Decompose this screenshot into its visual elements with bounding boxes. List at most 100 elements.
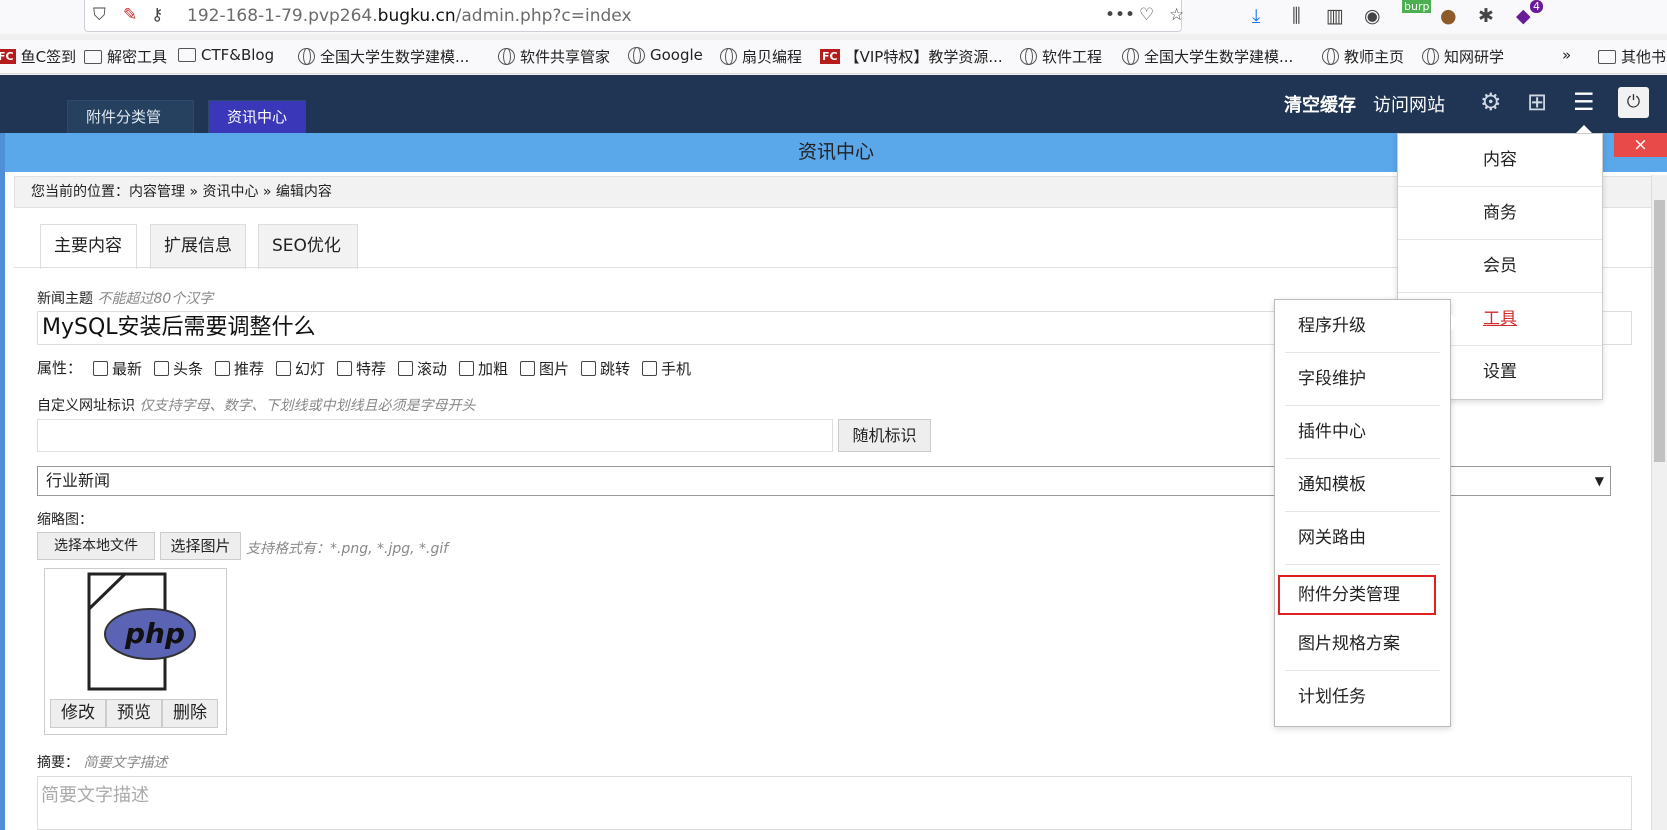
globe-icon <box>1422 48 1439 65</box>
php-file-icon: php <box>87 572 196 691</box>
attr-checkbox[interactable]: 手机 <box>642 358 691 379</box>
folder-icon <box>84 49 102 64</box>
bookmark-item[interactable]: FC鱼C签到 <box>0 46 76 67</box>
attr-checkbox[interactable]: 特荐 <box>337 358 386 379</box>
menu-item-notice-template[interactable]: 通知模板 <box>1285 459 1440 512</box>
globe-icon <box>298 48 315 65</box>
bookmark-item[interactable]: 解密工具 <box>84 46 167 67</box>
menu-item-attachment-category[interactable]: 附件分类管理 <box>1278 575 1436 615</box>
checkbox[interactable] <box>93 361 108 376</box>
summary-textarea[interactable]: 简要文字描述 <box>37 776 1632 830</box>
pocket-icon[interactable]: ♡ <box>1139 5 1154 25</box>
folder-icon <box>178 48 196 62</box>
attr-checkbox[interactable]: 加粗 <box>459 358 508 379</box>
attr-checkbox[interactable]: 滚动 <box>398 358 447 379</box>
attr-checkbox[interactable]: 最新 <box>93 358 142 379</box>
menu-item-image-spec[interactable]: 图片规格方案 <box>1285 618 1440 671</box>
tab-news-center[interactable]: 资讯中心 <box>208 100 306 133</box>
windows-icon[interactable]: ⊞ <box>1527 88 1547 116</box>
bookmark-star-icon[interactable]: ☆ <box>1169 5 1184 25</box>
checkbox[interactable] <box>459 361 474 376</box>
attr-checkbox[interactable]: 头条 <box>154 358 203 379</box>
download-icon[interactable]: ⤓ <box>1252 5 1260 27</box>
tab-extended-info[interactable]: 扩展信息 <box>150 224 246 269</box>
more-bookmarks-icon[interactable]: » <box>1562 46 1571 64</box>
checkbox[interactable] <box>337 361 352 376</box>
bookmark-item[interactable]: 全国大学生数学建模... <box>1122 46 1293 67</box>
attr-checkbox[interactable]: 推荐 <box>215 358 264 379</box>
tab-main-content[interactable]: 主要内容 <box>40 224 137 269</box>
checkbox[interactable] <box>520 361 535 376</box>
title-label: 新闻主题 不能超过80个汉字 <box>37 291 214 307</box>
bookmark-item[interactable]: 其他书 <box>1598 46 1666 67</box>
thumbnail-preview: php 修改 预览 删除 <box>44 568 227 735</box>
tab-attachment-category[interactable]: 附件分类管理 <box>67 100 194 159</box>
bookmark-item[interactable]: FC 【VIP特权】教学资源... <box>820 46 1003 67</box>
checkbox[interactable] <box>642 361 657 376</box>
bug-icon[interactable]: ✱ <box>1478 5 1494 27</box>
preview-thumbnail-button[interactable]: 预览 <box>106 699 162 728</box>
checkbox[interactable] <box>581 361 596 376</box>
bookmark-item[interactable]: 软件工程 <box>1020 46 1102 67</box>
bookmark-item[interactable]: 教师主页 <box>1322 46 1404 67</box>
delete-thumbnail-button[interactable]: 删除 <box>162 699 218 728</box>
summary-hint: 简要文字描述 <box>83 755 168 771</box>
scrollbar[interactable] <box>1651 175 1667 830</box>
browser-toolbar: ⛉ ✎ ⚷ 192-168-1-79.pvp264.bugku.cn/admin… <box>0 0 1667 34</box>
cookie-icon[interactable]: ● <box>1440 5 1457 27</box>
url-bar[interactable]: ⛉ ✎ ⚷ 192-168-1-79.pvp264.bugku.cn/admin… <box>84 0 1184 32</box>
checkbox[interactable] <box>398 361 413 376</box>
power-icon[interactable]: ⏻ <box>1618 87 1649 118</box>
edit-thumbnail-button[interactable]: 修改 <box>50 699 106 728</box>
menu-item-upgrade[interactable]: 程序升级 <box>1285 300 1440 353</box>
burp-extension-icon[interactable]: burp <box>1402 0 1432 13</box>
scroll-thumb[interactable] <box>1654 200 1665 462</box>
url-text[interactable]: 192-168-1-79.pvp264.bugku.cn/admin.php?c… <box>187 6 632 26</box>
menu-item-member[interactable]: 会员 <box>1398 240 1602 293</box>
more-actions-icon[interactable]: ••• <box>1105 5 1135 25</box>
attr-checkbox[interactable]: 跳转 <box>581 358 630 379</box>
menu-item-gateway-route[interactable]: 网关路由 <box>1285 512 1440 565</box>
clear-cache-link[interactable]: 清空缓存 <box>1284 91 1356 117</box>
checkbox[interactable] <box>154 361 169 376</box>
chevron-down-icon: ▼ <box>1594 474 1604 488</box>
globe-icon <box>498 48 515 65</box>
bookmark-item[interactable]: 全国大学生数学建模... <box>298 46 469 67</box>
extension-icon[interactable]: ◆ <box>1516 5 1531 27</box>
bookmark-item[interactable]: CTF&Blog <box>178 46 274 64</box>
menu-item-plugins[interactable]: 插件中心 <box>1285 406 1440 459</box>
attr-checkbox[interactable]: 幻灯 <box>276 358 325 379</box>
checkbox[interactable] <box>276 361 291 376</box>
tab-seo[interactable]: SEO优化 <box>258 224 358 269</box>
choose-image-button[interactable]: 选择图片 <box>160 532 241 560</box>
checkbox[interactable] <box>215 361 230 376</box>
shield-icon[interactable]: ⛉ <box>93 5 106 25</box>
menu-item-business[interactable]: 商务 <box>1398 187 1602 240</box>
custom-url-input[interactable] <box>37 419 833 452</box>
bookmark-item[interactable]: 软件共享管家 <box>498 46 610 67</box>
attributes-label: 属性： <box>37 359 83 377</box>
bookmarks-bar: FC鱼C签到 解密工具 CTF&Blog 全国大学生数学建模... 软件共享管家… <box>0 40 1667 74</box>
bookmark-item[interactable]: 知网研学 <box>1422 46 1504 67</box>
attr-checkbox[interactable]: 图片 <box>520 358 569 379</box>
visit-site-link[interactable]: 访问网站 <box>1373 91 1445 117</box>
bookmark-item[interactable]: 扇贝编程 <box>720 46 802 67</box>
key-icon[interactable]: ⚷ <box>151 5 163 25</box>
gear-icon[interactable]: ⚙ <box>1480 88 1502 116</box>
menu-list-icon[interactable]: ☰ <box>1573 88 1595 116</box>
close-button[interactable]: × <box>1614 133 1667 157</box>
insecure-icon[interactable]: ✎ <box>123 5 137 25</box>
random-id-button[interactable]: 随机标识 <box>838 419 931 452</box>
thumbnail-label: 缩略图： <box>37 512 93 528</box>
menu-item-content[interactable]: 内容 <box>1398 134 1602 187</box>
title-hint: 不能超过80个汉字 <box>97 291 214 307</box>
bookmark-item[interactable]: Google <box>628 46 703 64</box>
custom-url-hint: 仅支持字母、数字、下划线或中划线且必须是字母开头 <box>139 398 476 414</box>
menu-item-scheduled-task[interactable]: 计划任务 <box>1285 671 1440 724</box>
globe-icon <box>1122 48 1139 65</box>
sidebar-icon[interactable]: ▥ <box>1326 5 1344 27</box>
choose-local-file-button[interactable]: 选择本地文件 <box>37 532 155 560</box>
menu-item-field-maintenance[interactable]: 字段维护 <box>1285 353 1440 406</box>
library-icon[interactable]: ⫼ <box>1292 5 1301 27</box>
account-icon[interactable]: ◉ <box>1364 5 1381 27</box>
